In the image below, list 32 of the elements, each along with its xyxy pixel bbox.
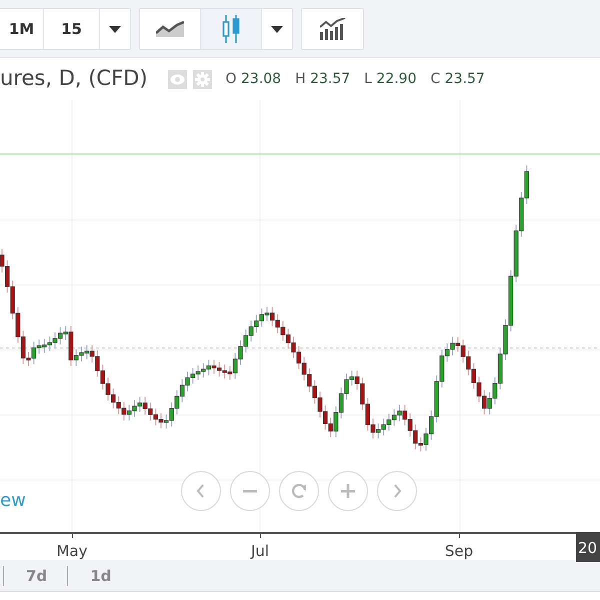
chart-nav-button[interactable] (230, 471, 270, 511)
chart-nav-button[interactable] (328, 471, 368, 511)
ohlc-value: L 22.90 (364, 70, 417, 88)
axis-label: Sep (444, 541, 474, 562)
interval-button[interactable]: 1M (0, 9, 44, 49)
candlestick-icon (222, 15, 240, 43)
chart-style-button[interactable] (140, 9, 201, 49)
indicators-icon (320, 18, 346, 40)
chart-nav-button[interactable] (279, 471, 319, 511)
ohlc-value: H 23.57 (295, 70, 350, 88)
settings-icon (194, 72, 210, 86)
range-button[interactable]: 7d (3, 566, 68, 586)
chart-nav-button[interactable] (377, 471, 417, 511)
settings-button[interactable] (192, 70, 212, 88)
range-button[interactable]: 1d (67, 566, 132, 586)
area-chart-icon (156, 21, 184, 37)
chart-nav-button[interactable] (181, 471, 221, 511)
legend-title: ures, D, (CFD) (0, 65, 148, 92)
eye-icon (170, 74, 185, 84)
hide-button[interactable] (168, 70, 187, 88)
axis-label: Jul (250, 541, 270, 562)
axis-label: May (56, 541, 88, 562)
plus-icon (341, 484, 355, 498)
ohlc-value: O 23.08 (226, 70, 282, 88)
caret-icon (109, 26, 121, 32)
chevron-right-icon (392, 484, 402, 498)
view-link[interactable]: ew (0, 487, 26, 514)
chevron-left-icon (196, 484, 206, 498)
time-label: 20 (576, 532, 600, 562)
ohlc-value: C 23.57 (430, 70, 485, 88)
reset-icon (292, 484, 306, 498)
caret-icon (271, 26, 283, 32)
